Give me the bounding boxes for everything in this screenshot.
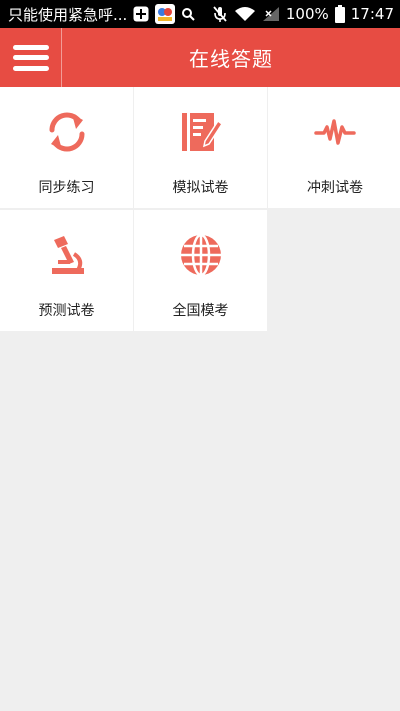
app-bar: 在线答题 <box>0 28 400 87</box>
tile-label: 冲刺试卷 <box>307 180 363 196</box>
mute-icon <box>212 5 228 23</box>
tile-national-mock[interactable]: 全国模考 <box>134 210 267 331</box>
tile-mock-exam[interactable]: 模拟试卷 <box>134 87 267 208</box>
tile-sprint-exam[interactable]: 冲刺试卷 <box>268 87 400 208</box>
wifi-icon <box>234 6 256 22</box>
exam-category-grid: 同步练习 模拟试卷 冲刺试卷 预测试卷 全国模考 <box>0 87 400 331</box>
microscope-icon <box>44 232 90 278</box>
app-notification-icon <box>155 4 176 24</box>
tile-label: 同步练习 <box>38 180 95 196</box>
notification-text: 只能使用紧急呼... <box>8 5 128 24</box>
signal-icon <box>262 6 280 22</box>
page-title: 在线答题 <box>189 47 273 71</box>
battery-percent: 100% <box>285 5 329 23</box>
tile-sync-practice[interactable]: 同步练习 <box>0 87 133 208</box>
tile-label: 模拟试卷 <box>172 180 229 196</box>
status-bar: 只能使用紧急呼... 100% 17:47 <box>0 0 400 28</box>
clock-time: 17:47 <box>350 5 394 23</box>
pulse-icon <box>312 109 358 155</box>
globe-icon <box>178 232 224 278</box>
hamburger-menu-icon <box>12 44 49 71</box>
search-notification-icon <box>181 7 196 21</box>
tile-label: 全国模考 <box>172 303 229 319</box>
add-notification-icon <box>133 6 149 22</box>
sync-icon <box>44 109 90 155</box>
menu-button[interactable] <box>0 28 62 87</box>
exam-paper-icon <box>178 109 224 155</box>
battery-icon <box>334 5 345 23</box>
tile-label: 预测试卷 <box>38 303 95 319</box>
tile-predict-exam[interactable]: 预测试卷 <box>0 210 133 331</box>
